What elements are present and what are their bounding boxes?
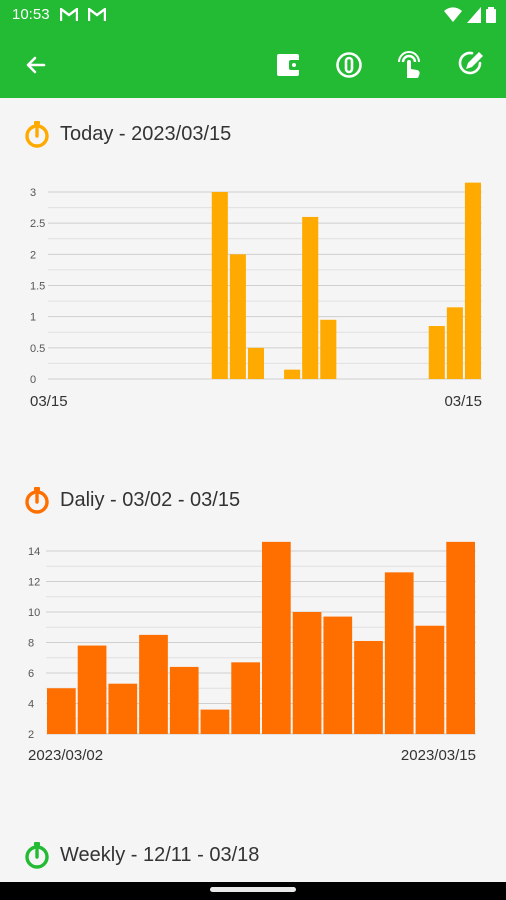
stopwatch-icon bbox=[25, 121, 49, 148]
stopwatch-icon bbox=[25, 487, 49, 514]
x-axis-end-label: 03/15 bbox=[444, 393, 482, 410]
touch-icon bbox=[398, 51, 420, 78]
touch-button[interactable] bbox=[393, 49, 425, 81]
y-tick-label: 12 bbox=[28, 577, 40, 589]
bar bbox=[231, 662, 260, 734]
signal-icon bbox=[467, 7, 481, 23]
bar bbox=[200, 709, 230, 734]
today-title: Today - 2023/03/15 bbox=[60, 122, 232, 145]
y-tick-label: 0 bbox=[30, 374, 36, 386]
counter-button[interactable] bbox=[333, 49, 365, 81]
bar bbox=[428, 326, 445, 379]
bar bbox=[464, 182, 481, 379]
gmail-icon bbox=[88, 8, 106, 21]
bar bbox=[77, 645, 107, 734]
weekly-section-header: Weekly - 12/11 - 03/18 bbox=[24, 841, 259, 869]
bar bbox=[302, 216, 319, 379]
y-tick-label: 14 bbox=[28, 546, 40, 558]
y-tick-label: 6 bbox=[28, 668, 34, 680]
daily-section-header: Daliy - 03/02 - 03/15 bbox=[24, 486, 240, 514]
y-tick-label: 3 bbox=[30, 187, 36, 199]
bar bbox=[354, 640, 383, 734]
counter-icon bbox=[336, 52, 362, 78]
back-button[interactable] bbox=[20, 49, 52, 81]
y-tick-label: 1 bbox=[30, 312, 36, 324]
y-tick-label: 2 bbox=[28, 729, 34, 741]
wallet-button[interactable] bbox=[273, 49, 305, 81]
daily-title: Daliy - 03/02 - 03/15 bbox=[60, 488, 241, 511]
y-tick-label: 2 bbox=[30, 249, 36, 261]
stopwatch-icon bbox=[25, 842, 49, 869]
x-axis-start-label: 03/15 bbox=[30, 393, 68, 410]
weekly-title: Weekly - 12/11 - 03/18 bbox=[60, 843, 260, 866]
bar bbox=[169, 666, 199, 734]
bar bbox=[229, 254, 246, 379]
status-bar: 10:53 bbox=[0, 0, 506, 32]
bar bbox=[384, 572, 414, 734]
bar bbox=[323, 616, 353, 734]
bar bbox=[247, 347, 264, 379]
y-tick-label: 1.5 bbox=[30, 281, 45, 293]
bar bbox=[320, 319, 337, 379]
bar bbox=[446, 541, 475, 734]
bar bbox=[415, 625, 445, 734]
daily-chart: 2 4 6 8 10 12 14 2023/03/02 2023/03/15 bbox=[0, 530, 506, 780]
wifi-icon bbox=[444, 7, 462, 23]
bar bbox=[284, 369, 301, 379]
y-tick-label: 10 bbox=[28, 607, 40, 619]
app-bar bbox=[0, 32, 506, 98]
daily-bar-chart: 2 4 6 8 10 12 14 2023/03/02 2023/03/15 bbox=[28, 541, 476, 764]
y-tick-label: 8 bbox=[28, 638, 34, 650]
today-bar-chart: 0 0.5 1 1.5 2 2.5 3 03/15 03/15 bbox=[30, 182, 482, 410]
wallet-icon bbox=[277, 54, 301, 76]
battery-icon bbox=[486, 7, 496, 23]
today-chart: 0 0.5 1 1.5 2 2.5 3 03/15 03/15 bbox=[0, 170, 506, 420]
y-tick-label: 0.5 bbox=[30, 343, 45, 355]
status-time: 10:53 bbox=[12, 6, 50, 23]
bar bbox=[292, 612, 322, 734]
x-axis-end-label: 2023/03/15 bbox=[401, 747, 476, 764]
today-section-header: Today - 2023/03/15 bbox=[24, 120, 231, 148]
home-gesture-pill[interactable] bbox=[210, 887, 296, 892]
bar bbox=[108, 683, 138, 734]
back-arrow-icon bbox=[26, 56, 46, 74]
bar bbox=[139, 634, 168, 734]
bar bbox=[446, 307, 463, 379]
bar bbox=[211, 192, 228, 379]
bar bbox=[47, 688, 76, 734]
x-axis-start-label: 2023/03/02 bbox=[28, 747, 103, 764]
y-tick-label: 4 bbox=[28, 699, 34, 711]
edit-button[interactable] bbox=[454, 49, 486, 81]
edit-icon bbox=[458, 51, 483, 75]
y-tick-label: 2.5 bbox=[30, 218, 45, 230]
gmail-icon bbox=[60, 8, 78, 21]
bar bbox=[262, 541, 291, 734]
system-nav-bar bbox=[0, 882, 506, 900]
